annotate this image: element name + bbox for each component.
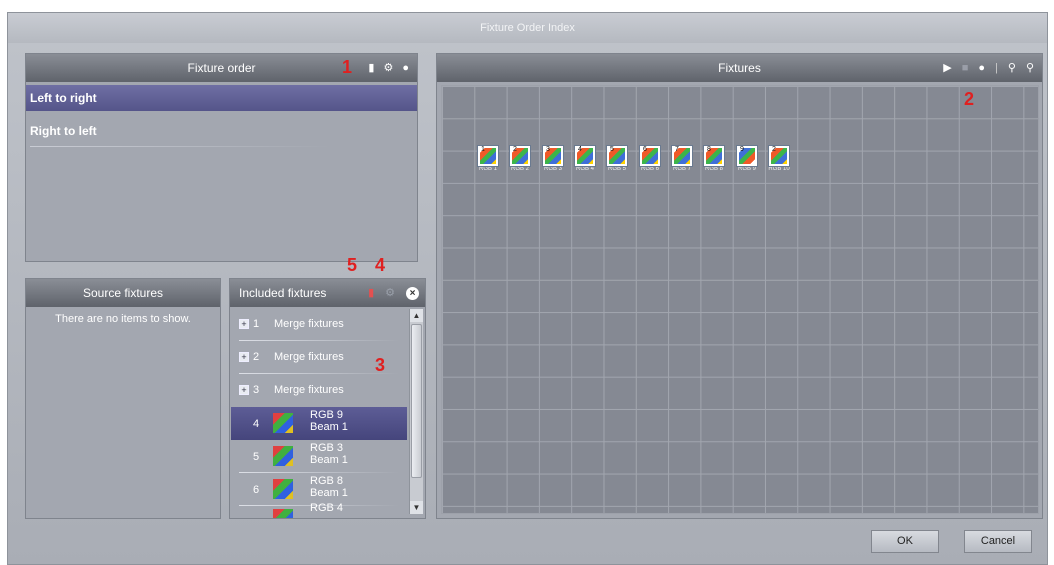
annotation-2: 2 [964,89,975,109]
play-icon[interactable]: ▶ [943,54,951,82]
fixture-icon: 6 [640,146,660,166]
fixture-tile[interactable]: 9 RGB 9 [733,146,761,174]
fixture-label: RGB 7 [672,166,691,172]
fixture-label: RGB 5 [607,166,626,172]
order-item-label: Right to left [30,124,97,138]
delete-order-icon[interactable]: ● [402,54,409,82]
remove-fixture-icon[interactable]: ⚙ [385,279,395,307]
fixture-order-index-window: Fixture Order Index Fixture order ▮ ⚙ ● … [7,12,1048,565]
rgb-fixture-icon [273,479,293,499]
included-fixtures-header: Included fixtures ▮ ⚙ × [230,279,425,307]
fixture-label: RGB 3 [543,166,562,172]
source-fixtures-header: Source fixtures [26,279,220,307]
fixture-order-panel: Fixture order ▮ ⚙ ● Left to right Right … [25,53,418,262]
new-order-icon[interactable]: ▮ [368,54,374,82]
source-fixtures-title: Source fixtures [82,286,164,300]
fixture-icon: 8 [704,146,724,166]
order-item-left-to-right[interactable]: Left to right [26,85,417,111]
stop-icon[interactable]: ■ [962,54,969,82]
annotation-3: 3 [375,355,386,375]
rgb-fixture-icon [273,446,293,466]
fixture-tile[interactable]: 4 RGB 4 [571,146,599,174]
fixture-row[interactable]: RGB 4 [231,502,407,518]
fixture-row[interactable]: 4 RGB 9 Beam 1 [231,407,407,440]
included-fixtures-panel: Included fixtures ▮ ⚙ × + 1 Merge fixtur… [229,278,426,519]
empty-message: There are no items to show. [55,313,191,325]
fixture-tile[interactable]: 2 RGB 10 [765,146,793,174]
fixture-label: RGB 10 [768,166,790,172]
fixture-label: RGB 8 [704,166,723,172]
fixture-label: RGB 6 [640,166,659,172]
annotation-5: 5 [347,255,358,275]
fixture-icon: 2 [510,146,530,166]
fixture-label: RGB 2 [510,166,529,172]
fixture-icon: 5 [607,146,627,166]
annotation-1: 1 [342,57,353,77]
window-title: Fixture Order Index [8,13,1047,43]
fixture-tile[interactable]: 3 RGB 3 [539,146,567,174]
rgb-fixture-icon [273,413,293,433]
fixture-label: RGB 1 [478,166,497,172]
fixture-icon: 2 [769,146,789,166]
rgb-fixture-icon [273,509,293,518]
divider [30,146,330,147]
included-fixtures-title: Included fixtures [239,286,327,300]
fixture-icon: 3 [543,146,563,166]
scroll-down-button[interactable]: ▼ [410,501,423,514]
fixture-tile[interactable]: 1 RGB 1 [474,146,502,174]
scroll-thumb[interactable] [411,324,422,478]
fixture-row[interactable]: 5 RGB 3 Beam 1 [231,440,407,473]
edit-order-icon[interactable]: ⚙ [383,54,393,82]
annotation-4: 4 [375,255,386,275]
fixture-order-header: Fixture order ▮ ⚙ ● [26,54,417,82]
source-fixtures-panel: Source fixtures There are no items to sh… [25,278,221,519]
fixture-icon: 9 [737,146,757,166]
cancel-button[interactable]: Cancel [964,530,1032,553]
fixture-tile[interactable]: 8 RGB 8 [700,146,728,174]
fixtures-header: Fixtures ▶ ■ ● | ⚲ ⚲ [437,54,1042,82]
merge-row[interactable]: + 3 Merge fixtures [231,374,407,407]
order-item-label: Left to right [30,91,97,105]
fixture-icon: 1 [478,146,498,166]
add-fixture-icon[interactable]: ▮ [368,279,374,307]
scroll-up-button[interactable]: ▲ [410,309,423,322]
expand-icon[interactable]: + [239,385,249,395]
fixture-tile[interactable]: 7 RGB 7 [668,146,696,174]
fixture-tile[interactable]: 2 RGB 2 [506,146,534,174]
record-icon[interactable]: ● [978,54,985,82]
fixture-icon: 4 [575,146,595,166]
merge-row[interactable]: + 1 Merge fixtures [231,308,407,341]
fixtures-panel: Fixtures ▶ ■ ● | ⚲ ⚲ 1 RGB 1 2 RGB 2 3 R… [436,53,1043,519]
order-item-right-to-left[interactable]: Right to left [26,118,417,147]
fixture-tile[interactable]: 6 RGB 6 [636,146,664,174]
expand-icon[interactable]: + [239,352,249,362]
fixture-icon: 7 [672,146,692,166]
expand-icon[interactable]: + [239,319,249,329]
included-scrollbar[interactable]: ▲ ▼ [409,309,423,514]
fixture-label: RGB 9 [737,166,756,172]
fixture-label: RGB 4 [575,166,594,172]
close-icon[interactable]: × [406,286,419,300]
fixture-grid[interactable]: 1 RGB 1 2 RGB 2 3 RGB 3 4 RGB 4 5 RGB 5 … [441,85,1039,514]
zoom-in-icon[interactable]: ⚲ [1008,54,1016,82]
ok-button[interactable]: OK [871,530,939,553]
fixture-order-title: Fixture order [187,61,256,75]
fixture-tile[interactable]: 5 RGB 5 [603,146,631,174]
separator-icon: | [995,62,998,74]
zoom-out-icon[interactable]: ⚲ [1026,54,1034,82]
